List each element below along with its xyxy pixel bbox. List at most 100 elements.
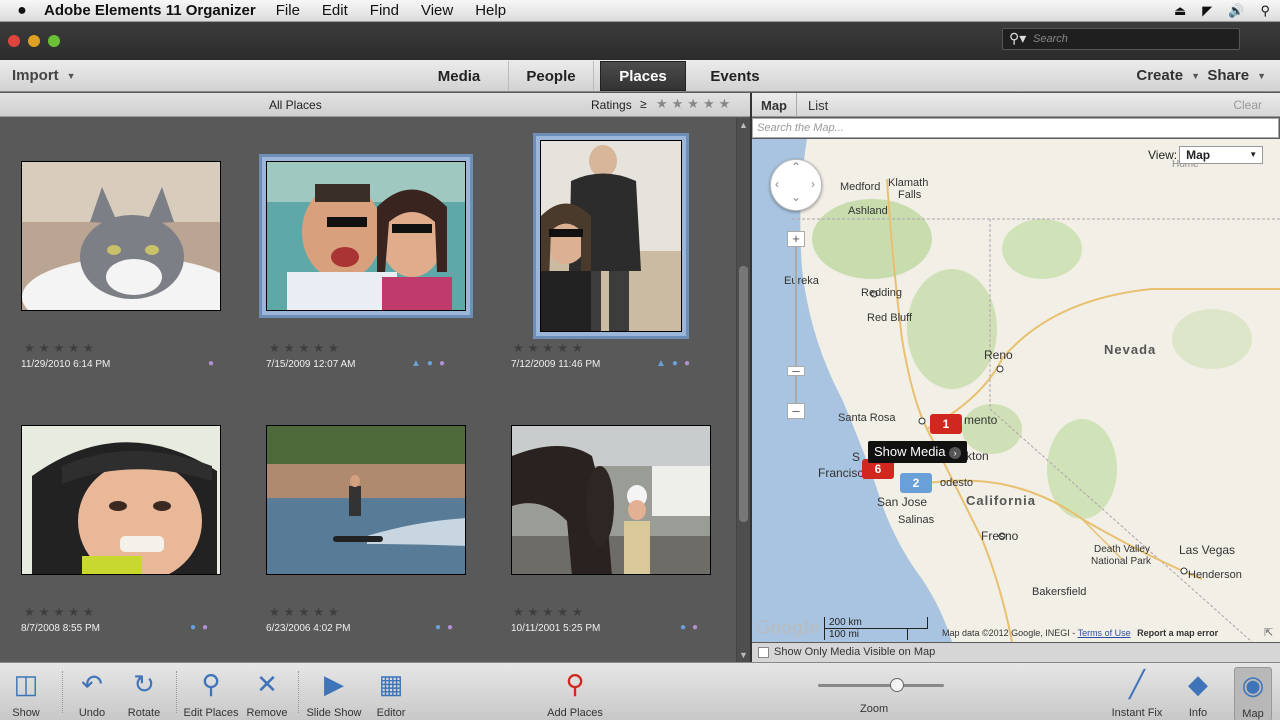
- show-media-tooltip[interactable]: Show Media ›: [868, 441, 968, 463]
- beach-pair-photo: [541, 141, 681, 331]
- app-name-menu[interactable]: Adobe Elements 11 Organizer: [44, 2, 256, 19]
- tab-media[interactable]: Media: [422, 61, 496, 91]
- minimize-window-button[interactable]: [28, 35, 40, 47]
- pan-up-icon[interactable]: ⌃: [791, 160, 801, 174]
- share-menu-button[interactable]: Share ▼: [1207, 67, 1266, 84]
- zoom-slider-handle[interactable]: –: [787, 364, 805, 377]
- map-pin-icon: ⚲: [201, 669, 221, 699]
- report-error-link[interactable]: Report a map error: [1137, 628, 1218, 638]
- cat-photo: [22, 162, 220, 310]
- clear-button[interactable]: Clear: [1233, 98, 1262, 112]
- add-places-button[interactable]: ⚲ Add Places: [542, 667, 608, 719]
- photo-thumbnail[interactable]: [511, 425, 711, 575]
- photo-thumbnail[interactable]: [259, 154, 473, 318]
- instant-fix-button[interactable]: ╱ Instant Fix: [1108, 667, 1166, 719]
- attribution-text: Map data ©2012 Google, INEGI: [942, 628, 1070, 638]
- photo-thumbnail[interactable]: [533, 133, 689, 339]
- place-badge-icon: ▲●●: [656, 358, 696, 369]
- photo-thumbnail[interactable]: [21, 425, 221, 575]
- resize-corner-icon[interactable]: ⇱: [1264, 626, 1273, 639]
- map-label: Red Bluff: [867, 312, 913, 324]
- map-label: Salinas: [898, 514, 935, 526]
- zoom-in-button[interactable]: +: [787, 231, 805, 247]
- import-menu-button[interactable]: Import ▼: [12, 67, 76, 84]
- edit-places-button[interactable]: ⚲ Edit Places: [182, 667, 240, 719]
- tab-map[interactable]: Map: [752, 93, 797, 117]
- ratings-operator[interactable]: ≥: [640, 97, 647, 111]
- photo-thumbnail[interactable]: [21, 161, 221, 311]
- map-view-select[interactable]: View: Map ▼: [1148, 146, 1264, 164]
- show-only-visible-checkbox[interactable]: Show Only Media Visible on Map: [752, 643, 1280, 662]
- star-rating[interactable]: ★★★★★: [513, 605, 587, 619]
- map-search-input[interactable]: Search the Map...: [752, 118, 1279, 138]
- place-badge-icon: ●●: [435, 622, 460, 633]
- scroll-down-icon[interactable]: ▼: [739, 650, 748, 660]
- star-rating[interactable]: ★★★★★: [24, 605, 98, 619]
- tab-places[interactable]: Places: [600, 61, 686, 91]
- google-logo: Google: [756, 617, 820, 638]
- horse-photo: [512, 426, 710, 574]
- star-rating[interactable]: ★★★★★: [513, 341, 587, 355]
- menu-help[interactable]: Help: [475, 2, 506, 19]
- pan-control[interactable]: ⌃ ⌄ ‹ ›: [770, 159, 822, 211]
- undo-button[interactable]: ↶ Undo: [68, 667, 116, 719]
- map-view[interactable]: Medford Klamath Falls Ashland Eureka Red…: [752, 139, 1280, 642]
- eject-icon[interactable]: ⏏: [1174, 3, 1186, 19]
- map-label: Redding: [861, 287, 902, 299]
- pan-left-icon[interactable]: ‹: [775, 177, 779, 191]
- share-label: Share: [1207, 67, 1250, 84]
- rotate-button[interactable]: ↻ Rotate: [120, 667, 168, 719]
- menu-edit[interactable]: Edit: [322, 2, 348, 19]
- window-titlebar: ⚲▾ Search: [0, 22, 1280, 60]
- pan-right-icon[interactable]: ›: [811, 177, 815, 191]
- menu-view[interactable]: View: [421, 2, 453, 19]
- map-label: Death Valley: [1094, 544, 1150, 555]
- ratings-filter-stars[interactable]: ★★★★★: [656, 96, 734, 112]
- apple-menu-icon[interactable]: ●: [0, 2, 44, 20]
- show-pane-button[interactable]: ◫ Show Pane: [0, 667, 52, 720]
- menu-find[interactable]: Find: [370, 2, 399, 19]
- scrollbar-thumb[interactable]: [739, 266, 748, 522]
- grid-scrollbar[interactable]: ▲ ▼: [736, 118, 750, 662]
- star-rating[interactable]: ★★★★★: [269, 605, 343, 619]
- editor-button[interactable]: ▦ Editor: [368, 667, 414, 719]
- zoom-window-button[interactable]: [48, 35, 60, 47]
- info-button[interactable]: ◆ Info: [1180, 667, 1216, 719]
- star-rating[interactable]: ★★★★★: [269, 341, 343, 355]
- place-badge-icon: ▲●●: [411, 358, 451, 369]
- create-label: Create: [1136, 67, 1184, 84]
- tab-people[interactable]: People: [508, 61, 594, 91]
- map-label: mento: [964, 413, 998, 427]
- map-label: Las Vegas: [1179, 543, 1236, 557]
- zoom-out-button[interactable]: –: [787, 403, 805, 419]
- tab-list[interactable]: List: [799, 93, 837, 117]
- map-label: Nevada: [1104, 342, 1157, 357]
- view-label: View:: [1148, 148, 1178, 162]
- create-menu-button[interactable]: Create ▼: [1136, 67, 1200, 84]
- wifi-icon[interactable]: ◤: [1202, 3, 1212, 19]
- menu-file[interactable]: File: [276, 2, 300, 19]
- terms-link[interactable]: Terms of Use: [1078, 628, 1131, 638]
- close-window-button[interactable]: [8, 35, 20, 47]
- map-pin[interactable]: 2: [900, 473, 932, 493]
- volume-icon[interactable]: 🔊: [1228, 3, 1244, 19]
- map-pin[interactable]: 1: [930, 414, 962, 434]
- photo-thumbnail[interactable]: [266, 425, 466, 575]
- zoom-slider[interactable]: [818, 684, 944, 687]
- globe-icon: ◉: [1241, 670, 1265, 700]
- map-button[interactable]: ◉ Map: [1234, 667, 1272, 720]
- spotlight-icon[interactable]: ⚲: [1260, 3, 1270, 19]
- scroll-up-icon[interactable]: ▲: [739, 120, 748, 130]
- tab-events[interactable]: Events: [696, 61, 774, 91]
- zoom-track[interactable]: [795, 247, 797, 415]
- grid-header: All Places Ratings ≥ ★★★★★: [0, 93, 750, 117]
- star-rating[interactable]: ★★★★★: [24, 341, 98, 355]
- checkbox[interactable]: [758, 646, 769, 658]
- slide-show-button[interactable]: ▶ Slide Show: [304, 667, 364, 719]
- zoom-slider-knob[interactable]: [890, 678, 905, 692]
- photo-date: 7/15/2009 12:07 AM: [266, 359, 356, 370]
- pan-down-icon[interactable]: ⌄: [791, 190, 801, 204]
- search-input[interactable]: ⚲▾ Search: [1002, 28, 1240, 50]
- map-label: Santa Rosa: [838, 412, 896, 424]
- remove-button[interactable]: ✕ Remove: [244, 667, 290, 719]
